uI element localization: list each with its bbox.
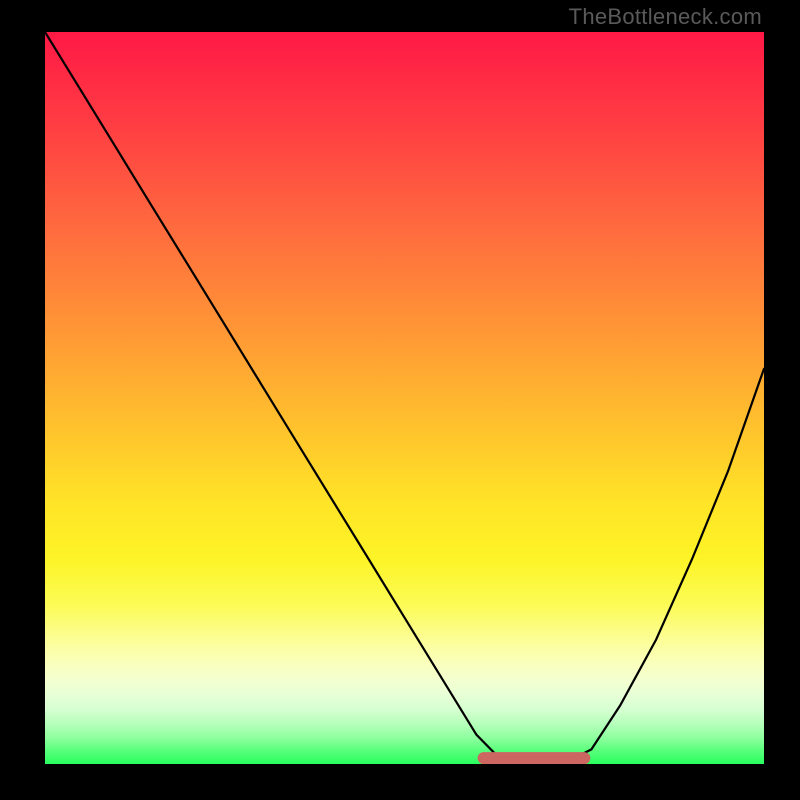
bottleneck-curve-svg — [45, 32, 764, 764]
attribution-text: TheBottleneck.com — [569, 4, 762, 29]
bottleneck-curve-line — [45, 32, 764, 764]
attribution-label: TheBottleneck.com — [569, 4, 762, 30]
chart-frame: TheBottleneck.com — [0, 0, 800, 800]
plot-area — [45, 32, 764, 764]
